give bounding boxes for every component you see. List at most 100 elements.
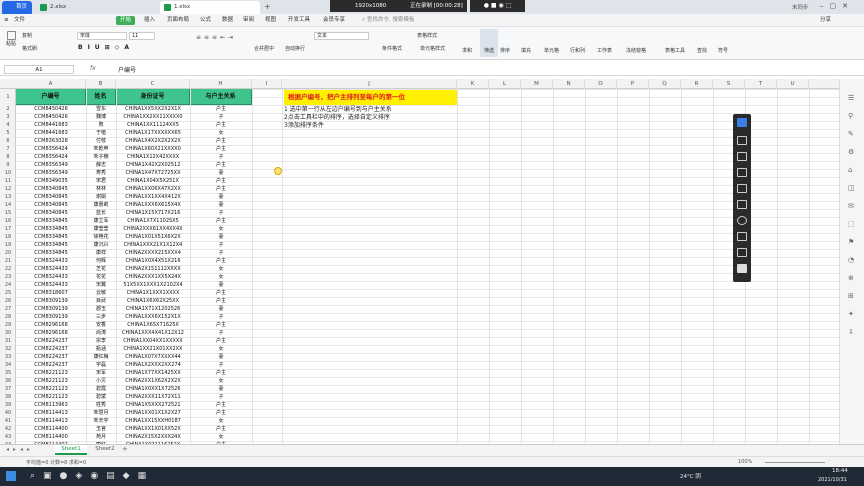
table-cell[interactable]: CHINA2XXXX215XXX4 <box>116 249 190 257</box>
align-buttons[interactable]: ≡≡≡⇤⇥ <box>196 34 236 41</box>
row-header[interactable]: 30 <box>0 329 16 337</box>
right-side-panel[interactable]: ☰ ⚲ ✎ ⚙ ⌂ ◫ ✉ ⬚ ⚑ ◔ ⊕ ⊞ ✦ ⇩ <box>839 79 864 444</box>
table-cell[interactable]: CCM8334845 <box>16 217 86 225</box>
menu-icon[interactable]: ≡ <box>4 16 9 25</box>
table-cell[interactable]: 宋君 <box>86 177 116 185</box>
font-family-select[interactable]: 宋体 <box>77 32 127 40</box>
filter-button[interactable]: 筛选 <box>480 29 498 57</box>
table-cell[interactable]: CCM8224237 <box>16 353 86 361</box>
row-header[interactable]: 11 <box>0 177 16 185</box>
table-cell[interactable]: 妻 <box>190 193 252 201</box>
column-header[interactable]: C <box>116 79 190 89</box>
row-header[interactable]: 17 <box>0 225 16 233</box>
table-cell[interactable]: 女 <box>190 225 252 233</box>
table-cell[interactable]: 蓝长 <box>86 209 116 217</box>
table-cell[interactable]: 宇磊 <box>86 361 116 369</box>
table-cell[interactable]: 康立军 <box>86 217 116 225</box>
table-cell[interactable]: CHINA1X1XXX1XXXX <box>116 289 190 297</box>
ellipse-tool-icon[interactable] <box>737 216 747 225</box>
zoom-slider[interactable] <box>765 462 825 463</box>
table-cell[interactable]: 子 <box>190 113 252 121</box>
table-cell[interactable]: 薛志 <box>86 161 116 169</box>
line-tool-icon[interactable] <box>737 168 747 177</box>
table-cell[interactable]: CCM8334845 <box>16 241 86 249</box>
table-cell[interactable]: CCM8324433 <box>16 281 86 289</box>
column-header[interactable]: H <box>190 79 252 89</box>
table-cell[interactable]: CHINA1X12X42XXXX <box>116 153 190 161</box>
table-cell[interactable]: CCM8114400 <box>16 433 86 441</box>
menu-developer[interactable]: 开发工具 <box>288 16 310 25</box>
menu-file[interactable]: 文件 <box>14 16 25 25</box>
table-cell[interactable]: 玉官 <box>86 425 116 433</box>
conditional-format-button[interactable]: 条件格式 <box>382 45 402 52</box>
row-header[interactable]: 9 <box>0 161 16 169</box>
table-cell[interactable]: CHINA1X0XX1X72526 <box>116 385 190 393</box>
table-cell[interactable]: 妻 <box>190 233 252 241</box>
table-cell[interactable]: CCM8356349 <box>16 169 86 177</box>
table-cell[interactable]: 户主 <box>190 145 252 153</box>
table-cell[interactable]: 妻 <box>190 201 252 209</box>
fill-button[interactable]: 填充 <box>521 47 531 54</box>
table-cell[interactable]: CCM8450426 <box>16 105 86 113</box>
table-cell[interactable]: 女 <box>190 129 252 137</box>
table-cell[interactable]: 徐艳花 <box>86 233 116 241</box>
table-cell[interactable]: 康莹莹 <box>86 225 116 233</box>
table-cell[interactable]: CHINA1XX15XXH0187 <box>116 417 190 425</box>
row-header[interactable]: 42 <box>0 425 16 433</box>
table-cell[interactable]: 户主 <box>190 105 252 113</box>
name-box[interactable]: A1 <box>4 65 74 74</box>
table-tools-button[interactable]: 表格工具 <box>665 47 685 54</box>
table-cell[interactable]: 朱乾申 <box>86 145 116 153</box>
table-cell[interactable]: 女 <box>190 417 252 425</box>
paste-button[interactable]: 粘贴 <box>4 31 18 47</box>
row-header[interactable]: 20 <box>0 249 16 257</box>
row-header[interactable]: 39 <box>0 401 16 409</box>
table-cell[interactable]: 煦 <box>86 121 116 129</box>
table-cell[interactable]: 户主 <box>190 289 252 297</box>
table-cell[interactable]: CHINA1XX5XX2X2X1X <box>116 105 190 113</box>
table-cell[interactable]: 子 <box>190 329 252 337</box>
column-header[interactable]: S <box>713 79 745 89</box>
header-household-id[interactable]: 户编号 <box>16 89 86 105</box>
table-cell[interactable]: 林林 <box>86 185 116 193</box>
row-header[interactable]: 38 <box>0 393 16 401</box>
merge-center-button[interactable]: 合并居中 <box>254 45 274 52</box>
table-cell[interactable]: 女 <box>190 273 252 281</box>
marker-tool-icon[interactable] <box>737 152 747 161</box>
row-header[interactable]: 22 <box>0 265 16 273</box>
column-header[interactable]: B <box>86 79 116 89</box>
table-cell[interactable]: 碧斌 <box>86 393 116 401</box>
menu-review[interactable]: 审阅 <box>243 16 254 25</box>
font-size-select[interactable]: 11 <box>129 32 155 40</box>
table-cell[interactable]: CCM8318607 <box>16 289 86 297</box>
row-header[interactable]: 40 <box>0 409 16 417</box>
column-header[interactable]: I <box>252 79 282 89</box>
table-cell[interactable]: CHINA1X0X4X51X216 <box>116 257 190 265</box>
file-tab-1xlsx[interactable]: 1.xlsx <box>160 1 260 14</box>
row-header[interactable]: 19 <box>0 241 16 249</box>
menu-view[interactable]: 视图 <box>265 16 276 25</box>
table-cell[interactable]: CHINA1X01X51X6X2X <box>116 233 190 241</box>
table-cell[interactable]: CHINA1XX06X47X2XX <box>116 185 190 193</box>
share-button[interactable]: 分享 <box>820 16 831 25</box>
row-header[interactable]: 24 <box>0 281 16 289</box>
table-cell[interactable]: CCM8309139 <box>16 313 86 321</box>
table-cell[interactable]: 户主 <box>190 425 252 433</box>
rectangle-tool-icon[interactable] <box>737 200 747 209</box>
table-cell[interactable]: 户主 <box>190 321 252 329</box>
side-panel-icons[interactable]: ☰ ⚲ ✎ ⚙ ⌂ ◫ ✉ ⬚ ⚑ ◔ ⊕ ⊞ ✦ ⇩ <box>848 89 855 341</box>
table-cell[interactable]: 户主 <box>190 369 252 377</box>
column-header[interactable]: O <box>585 79 617 89</box>
table-cell[interactable]: 户主 <box>190 217 252 225</box>
table-cell[interactable]: CHINA1X07X7XXXX44 <box>116 353 190 361</box>
table-cell[interactable]: 子 <box>190 241 252 249</box>
column-header[interactable]: L <box>489 79 521 89</box>
table-cell[interactable]: CHINA1X5XXX272521 <box>116 401 190 409</box>
menu-formula[interactable]: 公式 <box>200 16 211 25</box>
table-cell[interactable]: 康惠莉 <box>86 201 116 209</box>
column-header[interactable]: T <box>745 79 777 89</box>
table-cell[interactable]: 宗李 <box>86 337 116 345</box>
table-cell[interactable]: 户主 <box>190 161 252 169</box>
table-cell[interactable]: CCM8114400 <box>16 425 86 433</box>
table-cell[interactable]: CCM8324433 <box>16 257 86 265</box>
